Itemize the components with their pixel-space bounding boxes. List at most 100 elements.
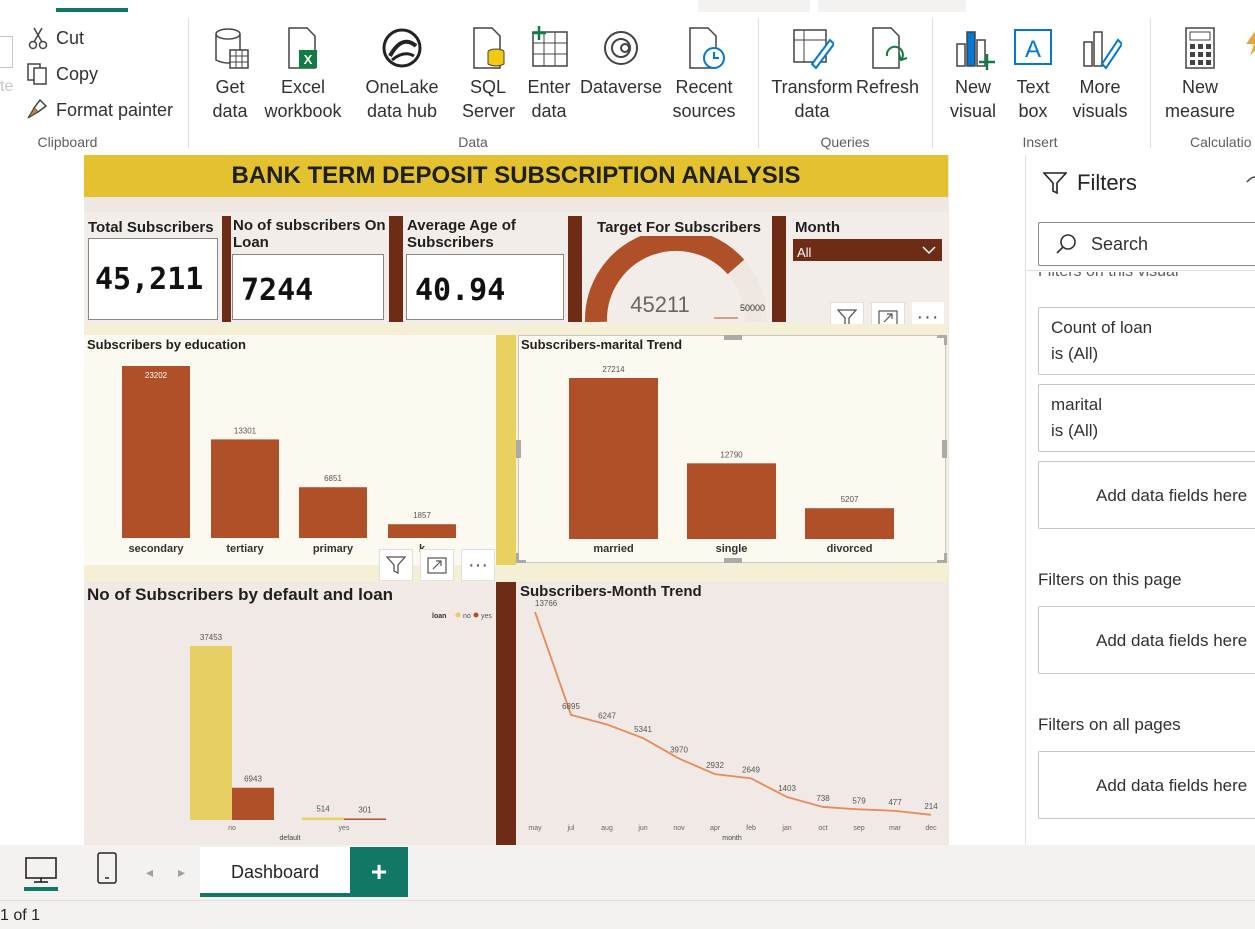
resize-handle[interactable]: [937, 335, 947, 345]
data-label: 6247: [598, 712, 616, 721]
text-box-button[interactable]: A Text box: [1008, 26, 1058, 123]
refresh-button[interactable]: Refresh: [856, 26, 919, 99]
filter-state: is (All): [1051, 421, 1099, 440]
month-trend-plot: 13766 may 6895 jul 6247 aug 5341 jun 3970 nov 2932…: [528, 599, 938, 842]
legend-label: yes: [481, 613, 492, 620]
bar: [232, 787, 274, 820]
filters-search-input[interactable]: Search: [1038, 222, 1255, 266]
category-label: jan: [781, 825, 791, 832]
onelake-icon: [382, 28, 422, 68]
kpi-divider: [772, 216, 786, 322]
enter-data-button[interactable]: Enter data: [524, 26, 574, 123]
data-group-label: Data: [458, 134, 488, 150]
data-label: 5341: [634, 725, 652, 734]
legend-marker: [455, 612, 461, 618]
resize-handle[interactable]: [516, 553, 526, 563]
data-label: 6943: [244, 775, 262, 784]
category-label: secondary: [128, 543, 184, 555]
data-label: 6851: [324, 474, 342, 483]
dataverse-icon: [604, 31, 638, 65]
new-measure-button[interactable]: New measure: [1162, 26, 1238, 123]
filter-icon: [1043, 172, 1067, 195]
refresh-icon: [872, 27, 908, 69]
focus-mode-button[interactable]: [420, 549, 454, 581]
loan-subscribers-label: No of subscribers On Loan: [233, 217, 386, 251]
kpi-divider: [222, 216, 231, 322]
mobile-view-button[interactable]: [96, 852, 118, 889]
cut-button[interactable]: Cut: [28, 26, 84, 50]
kpi-divider: [568, 216, 582, 322]
copy-label: Copy: [56, 63, 99, 84]
paste-icon[interactable]: [0, 36, 13, 68]
add-data-fields-drop-page[interactable]: Add data fields here: [1038, 606, 1255, 674]
ribbon: te Cut Copy Format painter Clipboard Get…: [0, 0, 1255, 156]
get-data-button[interactable]: Get data: [202, 26, 258, 123]
add-data-fields-drop-visual[interactable]: Add data fields here: [1038, 461, 1255, 529]
more-options-button[interactable]: ···: [461, 549, 495, 581]
dataverse-label: Dataverse: [580, 77, 663, 97]
dataverse-button[interactable]: Dataverse: [580, 26, 662, 99]
category-label: may: [528, 825, 542, 832]
category-label: aug: [601, 825, 613, 832]
new-measure-label: New measure: [1164, 77, 1236, 121]
total-subscribers-label: Total Subscribers: [88, 219, 214, 236]
new-visual-button[interactable]: New visual: [946, 26, 1000, 123]
add-data-fields-drop-all[interactable]: Add data fields here: [1038, 751, 1255, 819]
dashboard-title: BANK TERM DEPOSIT SUBSCRIPTION ANALYSIS: [84, 155, 948, 197]
x-axis-label: month: [722, 835, 742, 842]
page-tab-dashboard[interactable]: Dashboard: [200, 847, 350, 897]
data-label: 477: [888, 798, 902, 807]
chevron-right-icon[interactable]: ▸: [178, 864, 185, 881]
chevron-left-icon[interactable]: ◂: [146, 864, 153, 881]
eye-icon[interactable]: [1246, 175, 1255, 189]
onelake-data-hub-label: OneLake data hub: [365, 77, 439, 121]
resize-handle[interactable]: [724, 335, 742, 340]
month-dropdown[interactable]: All: [793, 239, 942, 261]
trend-line: [534, 611, 932, 816]
excel-workbook-button[interactable]: X Excel workbook: [262, 26, 344, 123]
average-age-value: 40.94: [406, 254, 564, 320]
transform-data-button[interactable]: Transform data: [770, 26, 854, 123]
calculations-group-label: Calculatio: [1190, 134, 1252, 150]
chevron-down-icon: [922, 246, 936, 255]
insert-group-label: Insert: [1022, 134, 1058, 150]
excel-workbook-label: Excel workbook: [264, 77, 342, 121]
filter-field-name: marital: [1051, 395, 1103, 414]
education-plot: 23202 secondary 13301 tertiary 6851 primary 18…: [122, 366, 456, 555]
resize-handle[interactable]: [942, 440, 947, 458]
resize-handle[interactable]: [724, 558, 742, 563]
data-label: 12790: [720, 450, 743, 459]
add-page-button[interactable]: +: [350, 847, 408, 897]
group-divider: [1150, 18, 1151, 148]
category-label: tertiary: [226, 543, 264, 555]
table-plus-icon: [532, 26, 568, 67]
recent-sources-icon: [689, 27, 725, 69]
filter-card-marital[interactable]: marital is (All): [1038, 384, 1255, 452]
category-label: single: [716, 543, 748, 555]
excel-icon: X: [288, 27, 317, 69]
format-painter-button[interactable]: Format painter: [26, 98, 173, 122]
more-visuals-button[interactable]: More visuals: [1062, 26, 1138, 123]
desktop-view-button[interactable]: [22, 854, 60, 892]
data-label: 13301: [234, 426, 257, 435]
category-label: no: [228, 825, 236, 832]
data-label: 6895: [562, 702, 580, 711]
filter-visual-button[interactable]: [379, 549, 413, 581]
legend-title: loan: [432, 613, 446, 620]
filter-card-count-of-loan[interactable]: Count of loan is (All): [1038, 307, 1255, 375]
onelake-data-hub-button[interactable]: OneLake data hub: [346, 26, 458, 123]
recent-sources-button[interactable]: Recent sources: [664, 26, 744, 123]
resize-handle[interactable]: [516, 440, 521, 458]
resize-handle[interactable]: [937, 553, 947, 563]
copy-button[interactable]: Copy: [26, 62, 98, 86]
category-label: mar: [889, 825, 902, 832]
marital-chart[interactable]: Subscribers-marital Trend 27214 married 12…: [518, 335, 946, 563]
chart-divider: [496, 582, 516, 845]
average-age-label: Average Age of Subscribers: [407, 217, 516, 251]
calculator-icon: [1185, 27, 1215, 69]
bar: [569, 378, 658, 539]
active-tab-indicator: [56, 8, 128, 12]
sql-server-button[interactable]: SQL Server: [462, 26, 515, 123]
bar: [687, 463, 776, 539]
quick-measure-icon[interactable]: [1244, 30, 1255, 56]
